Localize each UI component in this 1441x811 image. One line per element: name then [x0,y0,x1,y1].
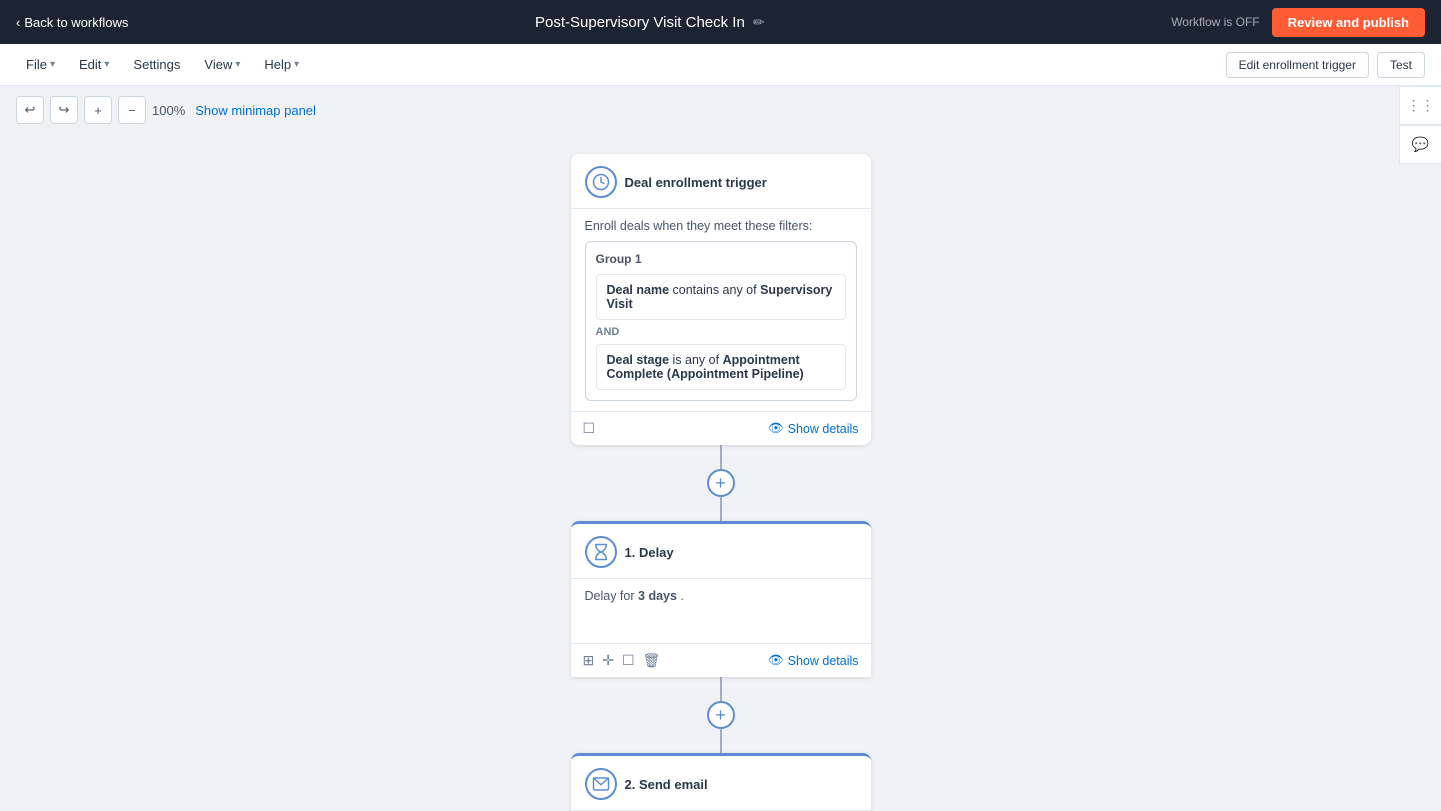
chevron-down-icon: ▾ [294,59,299,70]
nav-item-help[interactable]: Help ▾ [254,51,309,78]
filter-group-1: Group 1 Deal name contains any of Superv… [585,241,857,401]
filter2-middle-text: is any of [673,353,720,367]
eye-icon-2: 👁 [768,653,784,668]
right-panel-chat-tab[interactable]: 💬 [1399,125,1441,164]
enrollment-body: Enroll deals when they meet these filter… [571,209,871,411]
add-step-button-1[interactable]: + [707,469,735,497]
review-publish-button[interactable]: Review and publish [1272,8,1425,37]
filter2-field: Deal stage [607,353,670,367]
email-icon [592,775,610,793]
delay-footer-actions: ⊞ ✛ ☐ 🗑 [583,652,661,669]
enrollment-trigger-icon-wrap [585,166,617,198]
delay-body: Delay for 3 days . [571,579,871,613]
workflow-status: Workflow is OFF [1171,15,1259,29]
delay-header: 1. Delay [571,524,871,579]
delay-title: 1. Delay [625,545,674,560]
eye-icon: 👁 [768,421,784,436]
topbar: ‹ Back to workflows Post-Supervisory Vis… [0,0,1441,44]
delay-show-details-label: Show details [788,654,859,668]
filter-row-1[interactable]: Deal name contains any of Supervisory Vi… [596,274,846,320]
footer-actions-left: ☐ [583,420,596,437]
zoom-out-button[interactable]: − [118,96,146,124]
undo-icon: ↩ [25,102,36,118]
nav-help-label: Help [264,57,291,72]
topbar-right: Workflow is OFF Review and publish [1171,8,1425,37]
chevron-down-icon: ▾ [235,59,240,70]
edit-title-icon[interactable]: ✏ [753,14,765,31]
redo-button[interactable]: ↪ [50,96,78,124]
undo-button[interactable]: ↩ [16,96,44,124]
nav-item-settings[interactable]: Settings [123,51,190,78]
chevron-down-icon: ▾ [50,59,55,70]
right-panel-grid-tab[interactable]: ⋮⋮ [1399,86,1441,125]
deal-icon [592,173,610,191]
enrollment-trigger-title: Deal enrollment trigger [625,175,767,190]
filter1-field: Deal name [607,283,670,297]
move-icon[interactable]: ⊞ [583,652,595,669]
workflow-container: Deal enrollment trigger Enroll deals whe… [0,154,1441,811]
drag-icon[interactable]: ✛ [602,652,614,669]
filter1-middle-text: contains any of [673,283,757,297]
edit-enrollment-trigger-button[interactable]: Edit enrollment trigger [1226,52,1369,78]
connector-3 [720,677,722,701]
enrollment-trigger-card: Deal enrollment trigger Enroll deals whe… [571,154,871,445]
hourglass-icon [592,543,610,561]
copy-icon[interactable]: ☐ [583,420,596,437]
zoom-in-button[interactable]: + [84,96,112,124]
topbar-center: Post-Supervisory Visit Check In ✏ [535,14,765,31]
grid-icon: ⋮⋮ [1407,97,1435,114]
right-panel: ⋮⋮ 💬 [1399,86,1441,164]
canvas: Deal enrollment trigger Enroll deals whe… [0,134,1441,811]
connector-1 [720,445,722,469]
redo-icon: ↪ [59,102,70,118]
delay-suffix: . [680,589,683,603]
back-label: Back to workflows [24,15,128,30]
chevron-down-icon: ▾ [104,59,109,70]
test-button[interactable]: Test [1377,52,1425,78]
delay-value: 3 days [638,589,677,603]
email-header: 2. Send email [571,756,871,811]
nav-settings-label: Settings [133,57,180,72]
and-label: AND [596,326,846,338]
filter-row-2[interactable]: Deal stage is any of Appointment Complet… [596,344,846,390]
workflow-title: Post-Supervisory Visit Check In [535,14,745,31]
nav-right-actions: Edit enrollment trigger Test [1226,52,1425,78]
show-minimap-link[interactable]: Show minimap panel [195,103,316,118]
nav-item-file[interactable]: File ▾ [16,51,65,78]
email-node-card: 2. Send email Send Just checking in! ↗ t… [571,753,871,811]
back-to-workflows-link[interactable]: ‹ Back to workflows [16,15,128,30]
plus-icon: + [94,103,102,118]
email-title: 2. Send email [625,777,708,792]
delay-footer: ⊞ ✛ ☐ 🗑 👁 Show details [571,643,871,677]
nav-file-label: File [26,57,47,72]
nav-view-label: View [204,57,232,72]
connector-4 [720,729,722,753]
delay-node-card: 1. Delay Delay for 3 days . ⊞ ✛ ☐ 🗑 👁 Sh… [571,521,871,677]
chat-icon: 💬 [1412,136,1429,153]
enrollment-trigger-header: Deal enrollment trigger [571,154,871,209]
group-1-label: Group 1 [596,252,846,266]
chevron-left-icon: ‹ [16,15,20,30]
copy-icon-2[interactable]: ☐ [622,652,635,669]
nav-item-edit[interactable]: Edit ▾ [69,51,119,78]
enrollment-show-details-button[interactable]: 👁 Show details [768,421,859,436]
delete-icon[interactable]: 🗑 [643,652,661,669]
delay-prefix: Delay for [585,589,635,603]
connector-2 [720,497,722,521]
canvas-toolbar: ↩ ↪ + − 100% Show minimap panel [0,86,1441,134]
enrollment-trigger-footer: ☐ 👁 Show details [571,411,871,445]
add-step-button-2[interactable]: + [707,701,735,729]
delay-show-details-button[interactable]: 👁 Show details [768,653,859,668]
secondnav: File ▾ Edit ▾ Settings View ▾ Help ▾ Edi… [0,44,1441,86]
topbar-left: ‹ Back to workflows [16,15,128,30]
show-details-label: Show details [788,422,859,436]
delay-icon-wrap [585,536,617,568]
minus-icon: − [128,103,136,118]
nav-edit-label: Edit [79,57,101,72]
email-icon-wrap [585,768,617,800]
nav-item-view[interactable]: View ▾ [194,51,250,78]
delay-body-spacer [571,613,871,643]
enroll-subtitle: Enroll deals when they meet these filter… [585,219,857,233]
zoom-level: 100% [152,103,185,118]
